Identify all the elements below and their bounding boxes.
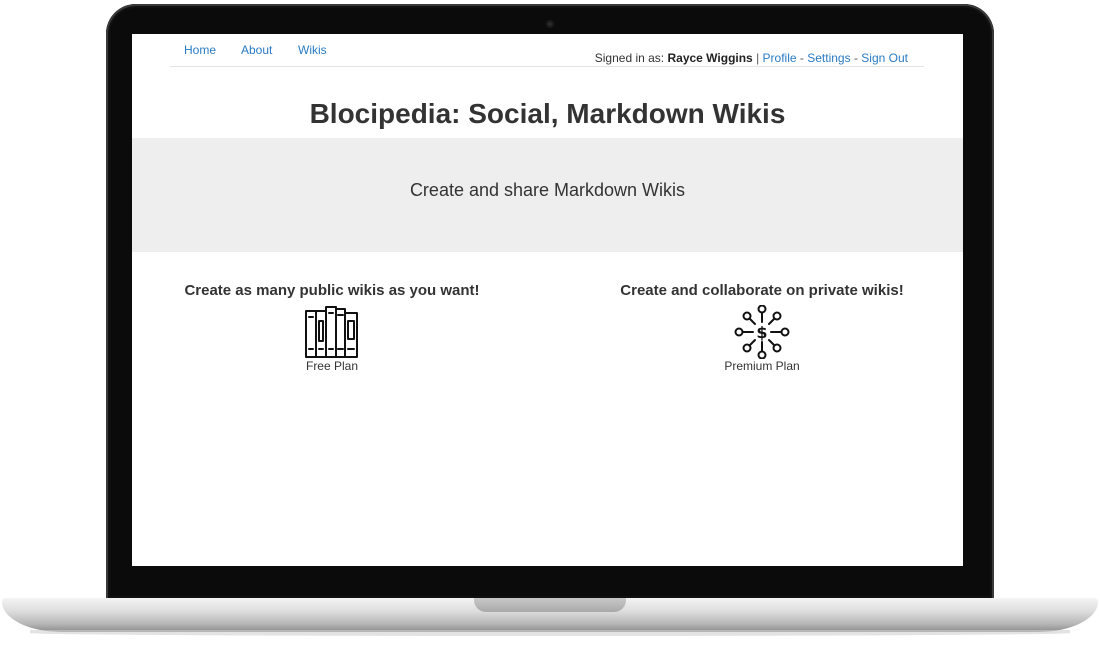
top-navbar: Home About Wikis Signed in as: Rayce Wig…	[170, 34, 924, 67]
free-plan-heading: Create as many public wikis as you want!	[184, 282, 480, 299]
premium-plan-label[interactable]: Premium Plan	[562, 359, 962, 373]
account-separator: -	[853, 51, 858, 65]
account-separator: -	[799, 51, 804, 65]
signed-in-label: Signed in as:	[594, 51, 665, 65]
hero-tagline: Create and share Markdown Wikis	[409, 180, 686, 200]
free-plan-card: Create as many public wikis as you want!	[132, 282, 532, 373]
free-plan-label[interactable]: Free Plan	[132, 359, 532, 373]
nav-home-link[interactable]: Home	[184, 43, 216, 57]
laptop-notch	[474, 598, 626, 612]
nav-wikis-link[interactable]: Wikis	[298, 43, 327, 57]
user-name: Rayce Wiggins	[667, 51, 753, 65]
hero-banner: Create and share Markdown Wikis	[132, 138, 963, 252]
books-icon[interactable]	[304, 305, 360, 359]
page-title: Blocipedia: Social, Markdown Wikis	[309, 98, 786, 129]
browser-viewport: Home About Wikis Signed in as: Rayce Wig…	[132, 34, 963, 566]
account-divider: |	[756, 51, 760, 65]
laptop-shadow	[30, 630, 1070, 636]
webcam-icon	[546, 20, 554, 28]
account-status: Signed in as: Rayce Wiggins | Profile - …	[595, 51, 908, 65]
profile-link[interactable]: Profile	[763, 51, 797, 65]
svg-text:$: $	[756, 323, 767, 342]
sign-out-link[interactable]: Sign Out	[861, 51, 908, 65]
settings-link[interactable]: Settings	[807, 51, 850, 65]
premium-plan-card: Create and collaborate on private wikis!…	[562, 282, 962, 373]
network-dollar-icon[interactable]: $	[734, 304, 790, 360]
nav-about-link[interactable]: About	[241, 43, 272, 57]
premium-plan-heading: Create and collaborate on private wikis!	[620, 282, 904, 299]
